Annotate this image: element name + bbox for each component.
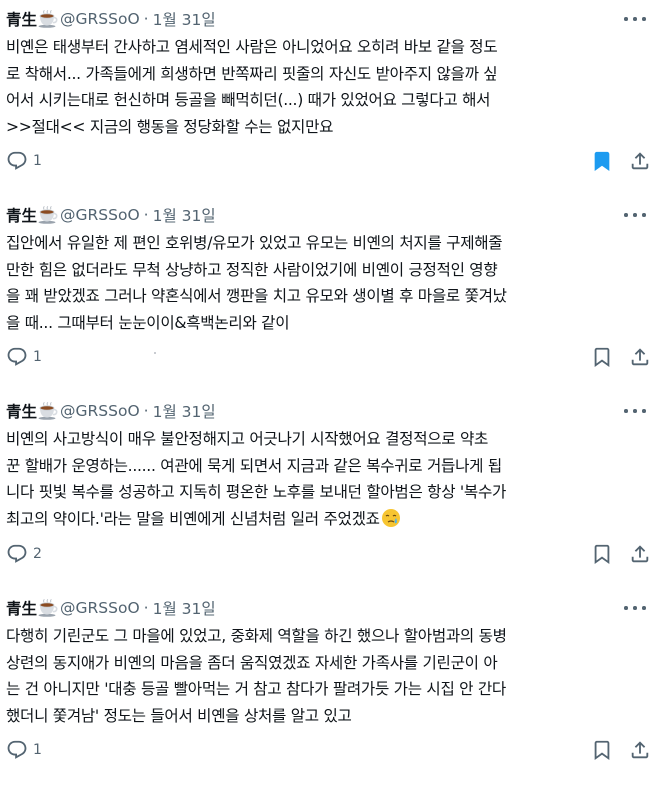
tweet-text-line: 꾼 할배가 운영하는...... 여관에 묵게 되면서 지금과 같은 복수귀로 … <box>6 456 502 475</box>
more-options-button[interactable] <box>624 206 646 224</box>
share-button[interactable] <box>629 739 651 761</box>
tweet-header: 青生 @GRSSoO · 1월 31일 <box>6 597 216 619</box>
share-button[interactable] <box>629 150 651 172</box>
timestamp[interactable]: 1월 31일 <box>153 204 216 226</box>
more-options-button[interactable] <box>624 599 646 617</box>
tweet-header: 青生 @GRSSoO · 1월 31일 <box>6 8 216 30</box>
more-options-button[interactable] <box>624 402 646 420</box>
user-handle[interactable]: @GRSSoO <box>60 206 140 224</box>
tweet-text-line: 비옌은 태생부터 간사하고 염세적인 사람은 아니었어요 오히려 바보 같을 정… <box>6 38 498 56</box>
reply-button[interactable]: 1 <box>6 150 42 172</box>
share-icon <box>629 543 651 565</box>
reply-button[interactable]: 2 <box>6 543 42 565</box>
bookmark-button[interactable] <box>591 346 613 368</box>
tweet-text: 집안에서 유일한 제 편인 호위병/유모가 있었고 유모는 비옌의 처지를 구제… <box>6 230 651 336</box>
share-icon <box>629 150 651 172</box>
divider-speck <box>154 352 156 354</box>
tweet-actions: 1 <box>6 346 656 370</box>
reply-button[interactable]: 1 <box>6 346 42 368</box>
bookmark-icon <box>591 346 613 368</box>
reply-count: 1 <box>33 349 42 365</box>
display-name[interactable]: 青生 <box>6 8 37 30</box>
tweet-text-line: 했더니 쫓겨남' 정도는 들어서 비옌을 상처를 알고 있고 <box>6 706 352 725</box>
timestamp[interactable]: 1월 31일 <box>153 400 216 422</box>
tweet-header: 青生 @GRSSoO · 1월 31일 <box>6 204 216 226</box>
tweet-actions: 2 <box>6 543 656 567</box>
reply-icon <box>6 739 28 761</box>
reply-count: 1 <box>33 742 42 758</box>
separator-dot: · <box>143 206 149 224</box>
tweet-text: 다행히 기린군도 그 마을에 있었고, 중화제 역할을 하긴 했으나 할아범과의… <box>6 623 651 729</box>
tweet-text-line: 을 때... 그때부터 눈눈이이&흑백논리와 같이 <box>6 313 290 332</box>
display-name[interactable]: 青生 <box>6 597 37 619</box>
tweet-header: 青生 @GRSSoO · 1월 31일 <box>6 400 216 422</box>
coffee-icon <box>38 599 58 617</box>
tweet-text-line: 만한 힘은 없더라도 무척 상냥하고 정직한 사람이었기에 비옌이 긍정적인 영… <box>6 260 498 279</box>
coffee-icon <box>38 402 58 420</box>
tweet-text-line: 집안에서 유일한 제 편인 호위병/유모가 있었고 유모는 비옌의 처지를 구제… <box>6 234 503 252</box>
tweet-text-line: >>절대<< 지금의 행동을 정당화할 수는 없지만요 <box>6 117 334 136</box>
tweet-actions: 1 <box>6 739 656 763</box>
bookmark-icon <box>591 739 613 761</box>
reply-button[interactable]: 1 <box>6 739 42 761</box>
display-name[interactable]: 青生 <box>6 400 37 422</box>
timestamp[interactable]: 1월 31일 <box>153 8 216 30</box>
share-button[interactable] <box>629 346 651 368</box>
tweet-text: 비옌은 태생부터 간사하고 염세적인 사람은 아니었어요 오히려 바보 같을 정… <box>6 34 651 140</box>
share-icon <box>629 739 651 761</box>
tweet-text: 비옌의 사고방식이 매우 불안정해지고 어긋나기 시작했어요 결정적으로 약초 … <box>6 426 651 532</box>
user-handle[interactable]: @GRSSoO <box>60 402 140 420</box>
separator-dot: · <box>143 10 149 28</box>
separator-dot: · <box>143 402 149 420</box>
coffee-icon <box>38 206 58 224</box>
bookmark-button[interactable] <box>591 150 613 172</box>
reply-count: 1 <box>33 153 42 169</box>
tweet-text-line: 비옌의 사고방식이 매우 불안정해지고 어긋나기 시작했어요 결정적으로 약초 <box>6 430 489 448</box>
share-icon <box>629 346 651 368</box>
tweet-text-line: 니다 핏빛 복수를 성공하고 지독히 평온한 노후를 보내던 할아범은 항상 '… <box>6 483 507 501</box>
bookmark-filled-icon <box>591 150 613 172</box>
more-options-button[interactable] <box>624 10 646 28</box>
user-handle[interactable]: @GRSSoO <box>60 599 140 617</box>
crying-face-icon <box>381 508 401 528</box>
separator-dot: · <box>143 599 149 617</box>
tweet-text-line: 을 꽤 받았겠죠 그러나 약혼식에서 깽판을 치고 유모와 생이별 후 마을로 … <box>6 287 507 305</box>
reply-icon <box>6 150 28 172</box>
tweet-text-line: 로 착해서... 가족들에게 희생하면 반쪽짜리 핏줄의 자신도 받아주지 않을… <box>6 64 498 83</box>
coffee-icon <box>38 10 58 28</box>
tweet-text-line: 상련의 동지애가 비옌의 마음을 좀더 움직였겠죠 자세한 가족사를 기린군이 … <box>6 653 498 672</box>
bookmark-button[interactable] <box>591 739 613 761</box>
tweet-text-fragment: 최고의 약이다.'라는 말을 비옌에게 신념처럼 일러 주었겠죠 <box>6 509 380 528</box>
tweet-text-line: 는 건 아니지만 '대충 등골 빨아먹는 거 참고 참다가 팔려가듯 가는 시집… <box>6 680 506 698</box>
tweet-text-line: 어서 시키는대로 헌신하며 등골을 빼먹히던(...) 때가 있었어요 그렇다고… <box>6 91 491 109</box>
timestamp[interactable]: 1월 31일 <box>153 597 216 619</box>
reply-count: 2 <box>33 546 42 562</box>
reply-icon <box>6 346 28 368</box>
reply-icon <box>6 543 28 565</box>
bookmark-icon <box>591 543 613 565</box>
tweet-text-line: 최고의 약이다.'라는 말을 비옌에게 신념처럼 일러 주었겠죠 <box>6 506 651 533</box>
bookmark-button[interactable] <box>591 543 613 565</box>
tweet-text-line: 다행히 기린군도 그 마을에 있었고, 중화제 역할을 하긴 했으나 할아범과의… <box>6 627 507 645</box>
tweet-actions: 1 <box>6 150 656 174</box>
display-name[interactable]: 青生 <box>6 204 37 226</box>
share-button[interactable] <box>629 543 651 565</box>
user-handle[interactable]: @GRSSoO <box>60 10 140 28</box>
